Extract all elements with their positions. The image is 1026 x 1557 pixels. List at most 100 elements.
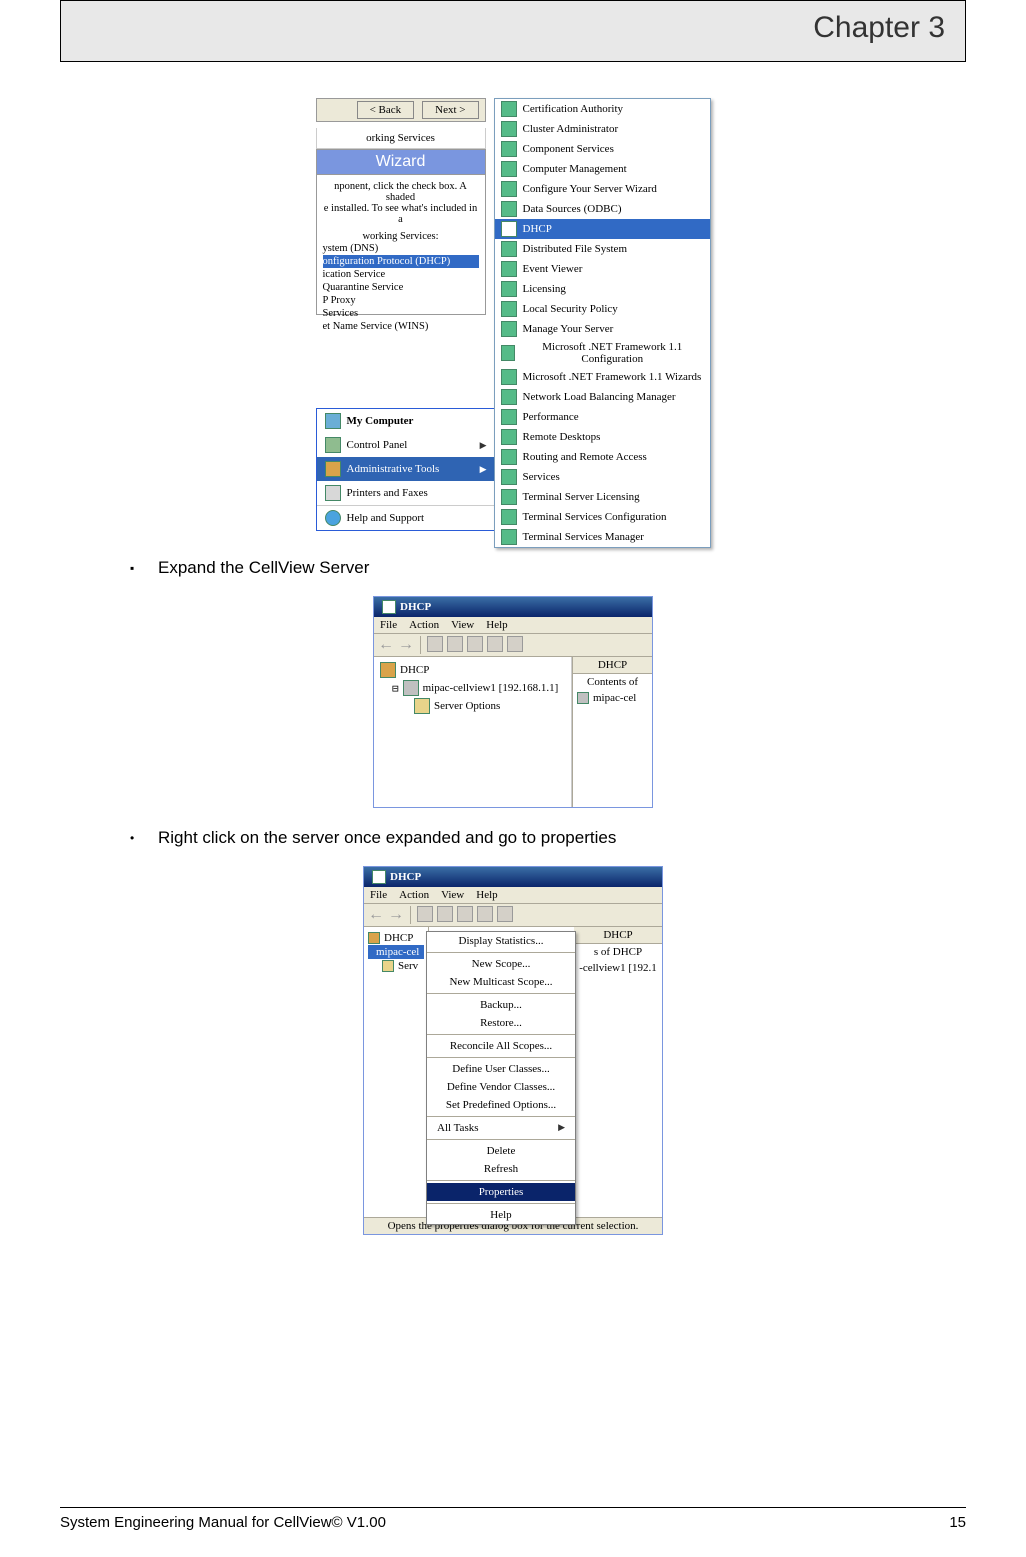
options-icon <box>414 698 430 714</box>
ctx-delete[interactable]: Delete <box>427 1142 575 1160</box>
menu-net11-wizards[interactable]: Microsoft .NET Framework 1.1 Wizards <box>495 367 710 387</box>
menubar: File Action View Help <box>374 617 652 634</box>
component-services[interactable]: Services <box>323 307 479 320</box>
toolbar-icon[interactable] <box>447 636 463 652</box>
menu-remote-desktops[interactable]: Remote Desktops <box>495 427 710 447</box>
start-printers[interactable]: Printers and Faxes <box>317 481 495 505</box>
rras-icon <box>501 449 517 465</box>
menu-ts-licensing[interactable]: Terminal Server Licensing <box>495 487 710 507</box>
start-control-panel[interactable]: Control Panel▶ <box>317 433 495 457</box>
dhcp-console: DHCP File Action View Help ← → <box>373 596 653 808</box>
event-icon <box>501 261 517 277</box>
menu-rras[interactable]: Routing and Remote Access <box>495 447 710 467</box>
tree-server[interactable]: mipac-cel <box>368 945 424 959</box>
toolbar-icon[interactable] <box>437 906 453 922</box>
start-menu-column: My Computer Control Panel▶ Administrativ… <box>316 408 496 531</box>
menu-file[interactable]: File <box>370 889 387 901</box>
odbc-icon <box>501 201 517 217</box>
toolbar-icon[interactable] <box>507 636 523 652</box>
nlb-icon <box>501 389 517 405</box>
toolbar-icon[interactable] <box>427 636 443 652</box>
tree-server-options[interactable]: Server Options <box>380 697 565 715</box>
right-pane-item[interactable]: -cellview1 [192.1 <box>574 960 662 976</box>
component-proxy[interactable]: P Proxy <box>323 294 479 307</box>
menu-help[interactable]: Help <box>476 889 497 901</box>
ctx-restore[interactable]: Restore... <box>427 1014 575 1032</box>
component-dns[interactable]: ystem (DNS) <box>323 242 479 255</box>
menu-cluster-admin[interactable]: Cluster Administrator <box>495 119 710 139</box>
menu-manage-server[interactable]: Manage Your Server <box>495 319 710 339</box>
ctx-predefined[interactable]: Set Predefined Options... <box>427 1096 575 1114</box>
toolbar-icon[interactable] <box>467 636 483 652</box>
component-dhcp[interactable]: onfiguration Protocol (DHCP) <box>323 255 479 268</box>
menu-ts-config[interactable]: Terminal Services Configuration <box>495 507 710 527</box>
console-panes: DHCP mipac-cel Serv DHCP s of DHCP -cell… <box>364 927 662 1217</box>
start-admin-tools[interactable]: Administrative Tools▶ <box>317 457 495 481</box>
menu-performance[interactable]: Performance <box>495 407 710 427</box>
nav-back-icon[interactable]: ← <box>378 636 394 654</box>
ctx-properties[interactable]: Properties <box>427 1183 575 1201</box>
window-titlebar[interactable]: DHCP <box>364 867 662 887</box>
menu-action[interactable]: Action <box>399 889 429 901</box>
menu-cert-authority[interactable]: Certification Authority <box>495 99 710 119</box>
nav-forward-icon[interactable]: → <box>398 636 414 654</box>
ctx-new-multicast[interactable]: New Multicast Scope... <box>427 973 575 991</box>
component-wins[interactable]: et Name Service (WINS) <box>323 320 479 333</box>
menu-licensing[interactable]: Licensing <box>495 279 710 299</box>
start-my-computer[interactable]: My Computer <box>317 409 495 433</box>
menu-ts-manager[interactable]: Terminal Services Manager <box>495 527 710 547</box>
nav-back-icon[interactable]: ← <box>368 906 384 924</box>
menubar: File Action View Help <box>364 887 662 904</box>
menu-dfs[interactable]: Distributed File System <box>495 239 710 259</box>
right-pane-item[interactable]: mipac-cel <box>573 690 652 706</box>
component-quarantine[interactable]: Quarantine Service <box>323 281 479 294</box>
menu-file[interactable]: File <box>380 619 397 631</box>
toolbar-icon[interactable] <box>417 906 433 922</box>
menu-nlb[interactable]: Network Load Balancing Manager <box>495 387 710 407</box>
ctx-user-classes[interactable]: Define User Classes... <box>427 1060 575 1078</box>
toolbar-icon[interactable] <box>497 906 513 922</box>
menu-help[interactable]: Help <box>486 619 507 631</box>
dhcp-icon <box>368 932 380 944</box>
tree-server[interactable]: ⊟mipac-cellview1 [192.168.1.1] <box>380 679 565 697</box>
ctx-vendor-classes[interactable]: Define Vendor Classes... <box>427 1078 575 1096</box>
figure-context-menu: DHCP File Action View Help ← → <box>60 866 966 1235</box>
toolbar-icon[interactable] <box>477 906 493 922</box>
tree-root-dhcp[interactable]: DHCP <box>368 931 424 945</box>
ctx-display-stats[interactable]: Display Statistics... <box>427 932 575 950</box>
next-button[interactable]: Next > <box>422 101 478 119</box>
menu-event-viewer[interactable]: Event Viewer <box>495 259 710 279</box>
menu-component-services[interactable]: Component Services <box>495 139 710 159</box>
footer-left: System Engineering Manual for CellView© … <box>60 1514 386 1531</box>
tree-server-options[interactable]: Serv <box>368 959 424 973</box>
toolbar-icon[interactable] <box>487 636 503 652</box>
menu-computer-mgmt[interactable]: Computer Management <box>495 159 710 179</box>
back-button[interactable]: < Back <box>357 101 415 119</box>
ctx-new-scope[interactable]: New Scope... <box>427 955 575 973</box>
start-help[interactable]: Help and Support <box>317 506 495 530</box>
toolbar-icon[interactable] <box>457 906 473 922</box>
ctx-help[interactable]: Help <box>427 1206 575 1224</box>
window-titlebar[interactable]: DHCP <box>374 597 652 617</box>
right-pane-header: DHCP <box>573 657 652 674</box>
ctx-reconcile[interactable]: Reconcile All Scopes... <box>427 1037 575 1055</box>
menu-view[interactable]: View <box>441 889 464 901</box>
menu-local-security[interactable]: Local Security Policy <box>495 299 710 319</box>
nav-forward-icon[interactable]: → <box>388 906 404 924</box>
step-text: Expand the CellView Server <box>158 558 369 578</box>
component-item[interactable]: ication Service <box>323 268 479 281</box>
menu-net11-config[interactable]: Microsoft .NET Framework 1.1 Configurati… <box>495 339 710 367</box>
ts-lic-icon <box>501 489 517 505</box>
menu-services[interactable]: Services <box>495 467 710 487</box>
ctx-all-tasks[interactable]: All Tasks▶ <box>427 1119 575 1137</box>
menu-action[interactable]: Action <box>409 619 439 631</box>
server-icon <box>403 680 419 696</box>
ctx-backup[interactable]: Backup... <box>427 996 575 1014</box>
menu-configure-server[interactable]: Configure Your Server Wizard <box>495 179 710 199</box>
menu-view[interactable]: View <box>451 619 474 631</box>
menu-dhcp[interactable]: DHCP <box>495 219 710 239</box>
tree-root-dhcp[interactable]: DHCP <box>380 661 565 679</box>
ctx-refresh[interactable]: Refresh <box>427 1160 575 1178</box>
menu-odbc[interactable]: Data Sources (ODBC) <box>495 199 710 219</box>
wizard-text: working Services: <box>323 231 479 242</box>
